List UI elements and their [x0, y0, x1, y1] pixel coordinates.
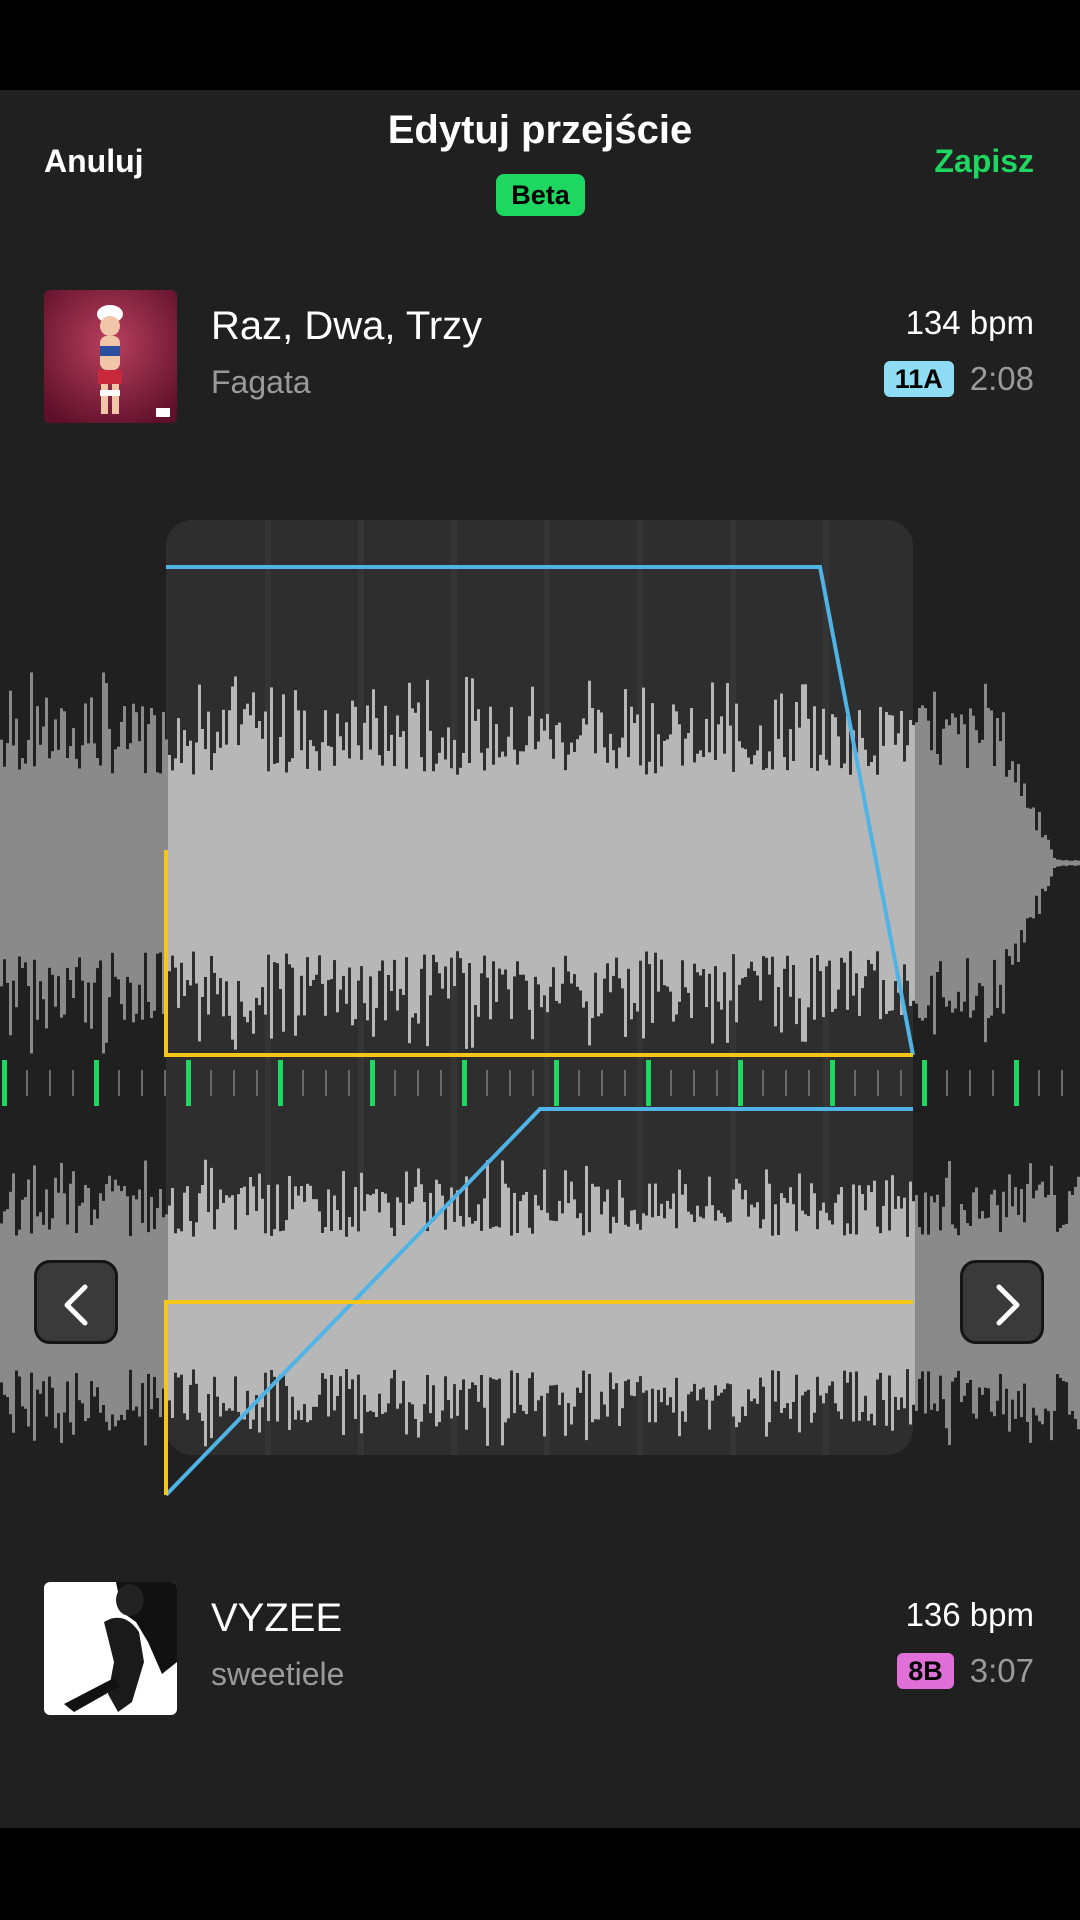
track-a-title: Raz, Dwa, Trzy	[211, 304, 483, 348]
transition-editor-screen: Anuluj Edytuj przejście Beta Zapisz Raz,…	[0, 90, 1080, 1828]
track-b-key-badge: 8B	[897, 1653, 954, 1689]
track-b-artist: sweetiele	[211, 1656, 345, 1692]
track-a-waveform	[0, 672, 1080, 1054]
track-b-duration: 3:07	[969, 1652, 1034, 1689]
track-b-cover-art	[44, 1582, 177, 1715]
track-a-artist: Fagata	[211, 364, 311, 400]
chevron-right-icon	[996, 1284, 1020, 1326]
track-a-cover-art	[44, 290, 177, 423]
track-b-bpm: 136 bpm	[905, 1596, 1034, 1633]
track-a-key-badge: 11A	[883, 361, 954, 397]
previous-button[interactable]	[34, 1260, 118, 1344]
chevron-left-icon	[64, 1284, 88, 1326]
track-a-row: Raz, Dwa, Trzy Fagata 134 bpm 11A 2:08	[0, 290, 1080, 424]
waveform-canvas	[0, 520, 1080, 1497]
track-b-meta: 8B 3:07	[897, 1652, 1034, 1690]
track-a-duration: 2:08	[969, 360, 1034, 397]
track-a-meta: 11A 2:08	[883, 360, 1034, 398]
page-title: Edytuj przejście	[387, 108, 693, 152]
track-a-bpm: 134 bpm	[905, 304, 1034, 341]
save-button[interactable]: Zapisz	[934, 143, 1034, 180]
beta-badge: Beta	[496, 174, 585, 216]
track-b-title: VYZEE	[211, 1596, 343, 1640]
next-button[interactable]	[960, 1260, 1044, 1344]
track-b-row: VYZEE sweetiele 136 bpm 8B 3:07	[0, 1582, 1080, 1716]
transition-editor[interactable]	[0, 520, 1080, 1560]
